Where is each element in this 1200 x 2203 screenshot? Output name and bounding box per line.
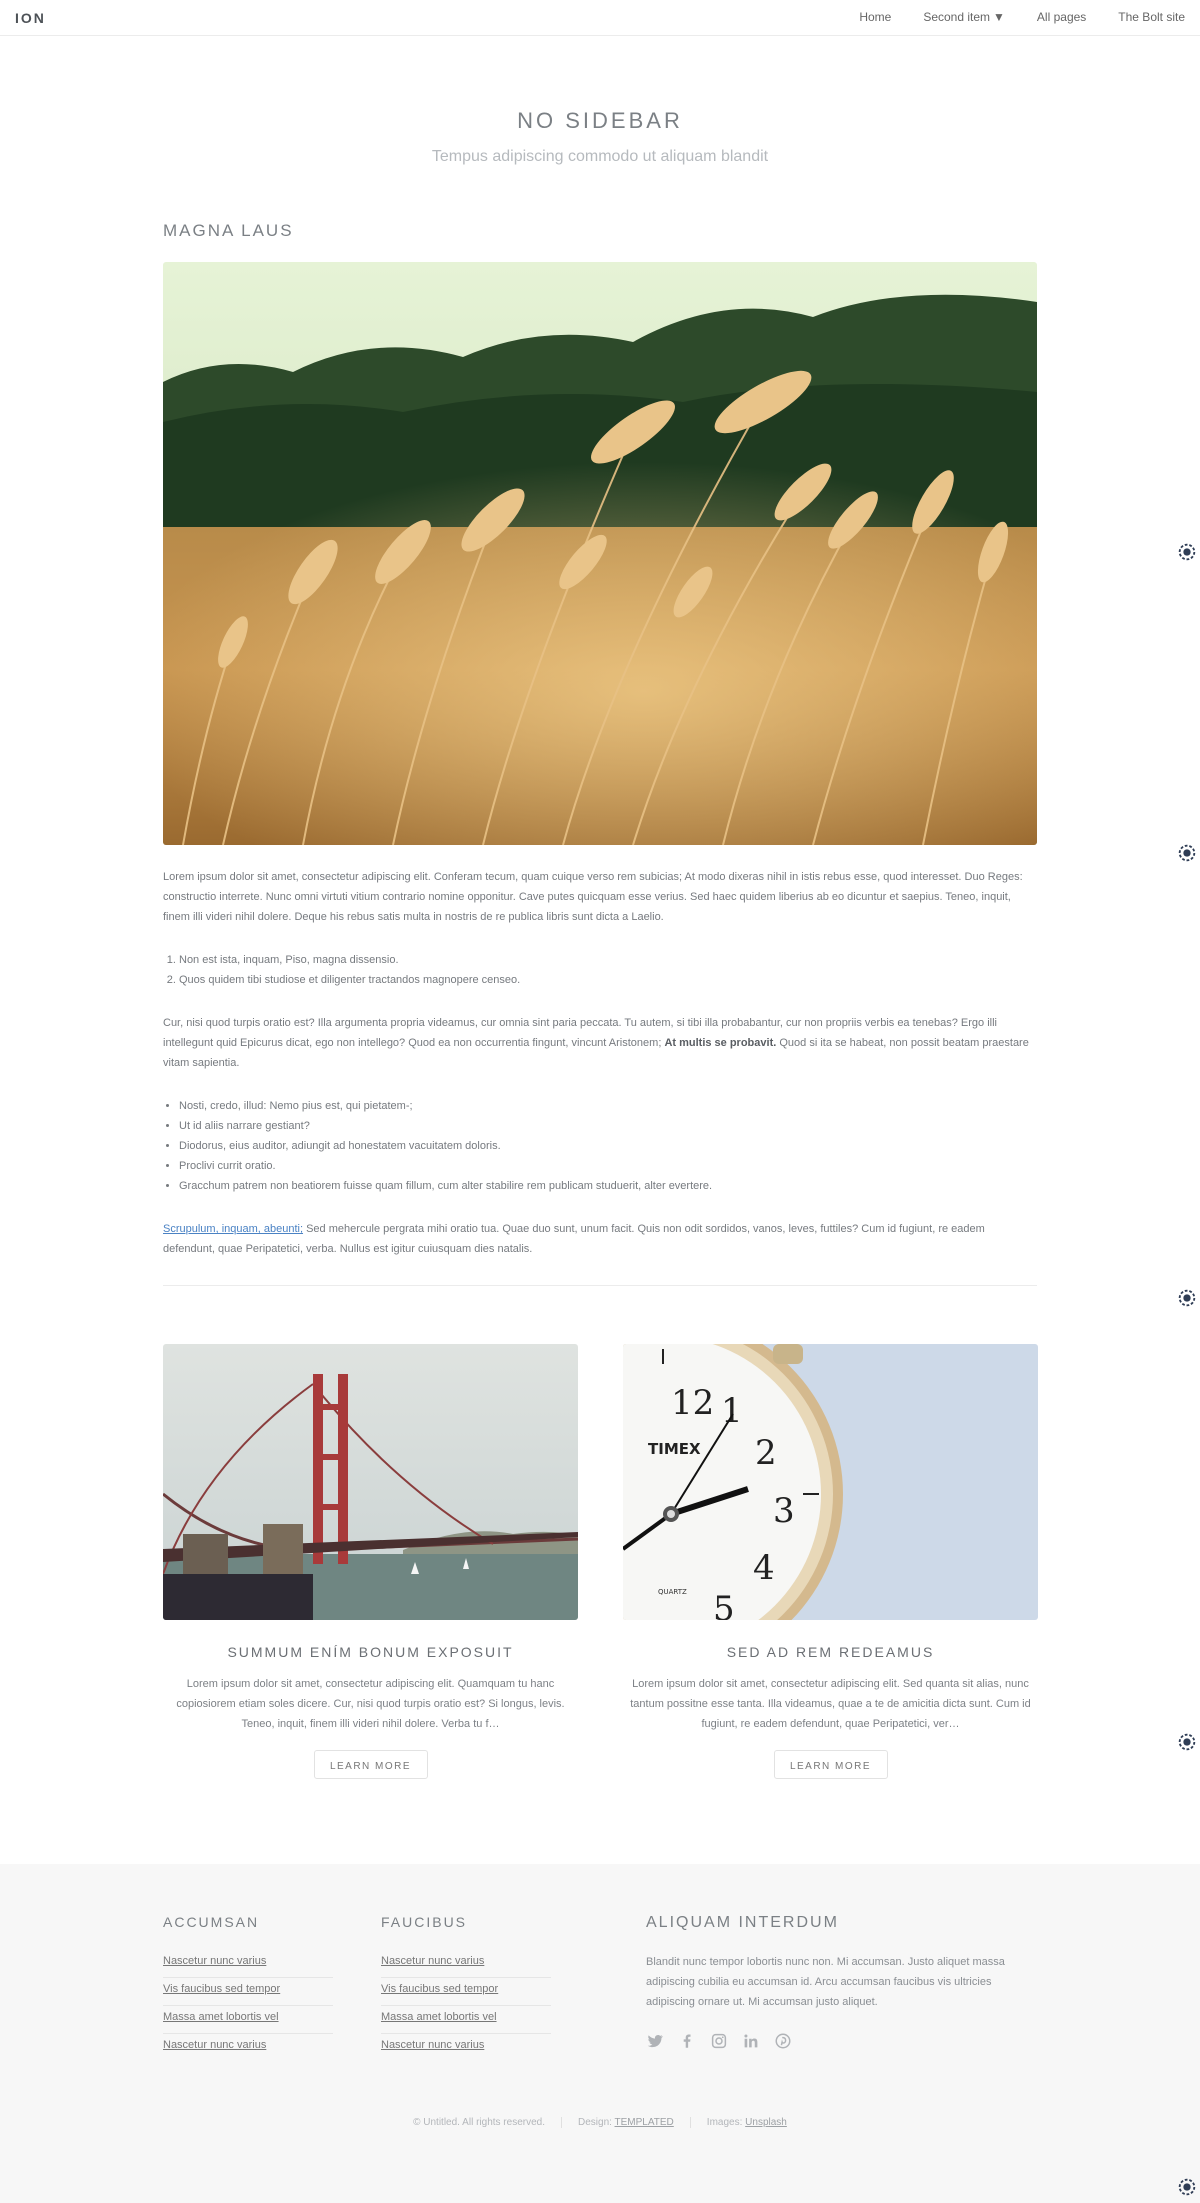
page-title: NO SIDEBAR (517, 108, 683, 133)
footer-column-title: ACCUMSAN (163, 1914, 260, 1930)
list-item: Nosti, credo, illud: Nemo pius est, qui … (179, 1096, 1037, 1116)
target-gear-icon[interactable] (1176, 2176, 1198, 2198)
bold-text: At multis se probavit. (664, 1037, 777, 1049)
list-item: Quos quidem tibi studiose et diligenter … (179, 970, 1037, 990)
footer-column-accumsan: ACCUMSAN Nascetur nunc varius Vis faucib… (163, 1914, 333, 2061)
clock-number: 1 (721, 1391, 743, 1431)
list-item: Gracchum patrem non beatiorem fuisse qua… (179, 1176, 1037, 1196)
card-text: Lorem ipsum dolor sit amet, consectetur … (630, 1678, 1031, 1730)
nav-bolt-site-label: The Bolt site (1118, 10, 1185, 24)
nav-second-item[interactable]: Second item ▼ (923, 10, 1005, 24)
copyright-text: © Untitled. All rights reserved. (413, 2117, 545, 2128)
learn-more-button[interactable]: LEARN MORE (313, 1750, 428, 1779)
footer-link[interactable]: Vis faucibus sed tempor (381, 1978, 551, 2006)
design-credit: Design: TEMPLATED (561, 2117, 690, 2128)
nav-second-item-label: Second item (923, 10, 991, 24)
caret-down-icon: ▼ (993, 10, 1005, 24)
alarm-clock-photo: 12 1 2 3 4 5 TIMEX QUARTZ (623, 1344, 1038, 1620)
footer-link[interactable]: Nascetur nunc varius (163, 2034, 333, 2061)
card-title: SUMMUM ENÍM BONUM EXPOSUIT (227, 1644, 514, 1660)
golden-gate-bridge-photo (163, 1344, 578, 1620)
target-gear-icon[interactable] (1176, 541, 1198, 563)
bullet-list: Nosti, credo, illud: Nemo pius est, qui … (163, 1096, 1037, 1196)
top-navbar: ION Home Second item ▼ All pages The Bolt… (0, 0, 1200, 36)
footer-link[interactable]: Vis faucibus sed tempor (163, 1978, 333, 2006)
footer-column-title: FAUCIBUS (381, 1914, 468, 1930)
footer-link[interactable]: Nascetur nunc varius (163, 1950, 333, 1978)
main-nav: Home Second item ▼ All pages The Bolt sit… (859, 10, 1185, 24)
footer-column-aliquam: ALIQUAM INTERDUM Blandit nunc tempor lob… (646, 1914, 1037, 2050)
footer-link[interactable]: Massa amet lobortis vel (381, 2006, 551, 2034)
target-gear-icon[interactable] (1176, 842, 1198, 864)
section-divider (163, 1285, 1037, 1286)
social-links (646, 2032, 1037, 2050)
clock-number: 3 (773, 1491, 795, 1531)
learn-more-button[interactable]: LEARN MORE (773, 1750, 888, 1779)
nav-all-pages-label: All pages (1036, 10, 1087, 24)
nav-all-pages[interactable]: All pages (1037, 10, 1086, 24)
site-footer: ACCUMSAN Nascetur nunc varius Vis faucib… (0, 1864, 1200, 2203)
list-item: Diodorus, eius auditor, adiungit ad hone… (179, 1136, 1037, 1156)
footer-link[interactable]: Massa amet lobortis vel (163, 2006, 333, 2034)
design-label: Design: (578, 2117, 615, 2128)
clock-number: 5 (713, 1589, 735, 1620)
footer-column-faucibus: FAUCIBUS Nascetur nunc varius Vis faucib… (381, 1914, 551, 2061)
list-item: Ut id aliis narrare gestiant? (179, 1116, 1037, 1136)
feature-card: SUMMUM ENÍM BONUM EXPOSUIT Lorem ipsum d… (163, 1344, 578, 1779)
article-title: MAGNA LAUS (163, 221, 294, 240)
inline-link[interactable]: Scrupulum, inquam, abeunti; (163, 1223, 303, 1235)
footer-link[interactable]: Nascetur nunc varius (381, 1950, 551, 1978)
site-logo[interactable]: ION (15, 10, 46, 26)
nav-home[interactable]: Home (859, 10, 891, 24)
nav-bolt-site[interactable]: The Bolt site (1118, 10, 1185, 24)
list-item: Non est ista, inquam, Piso, magna dissen… (179, 950, 1037, 970)
linkedin-icon[interactable] (742, 2032, 760, 2050)
nav-home-label: Home (859, 10, 892, 24)
ordered-list: Non est ista, inquam, Piso, magna dissen… (163, 950, 1037, 990)
images-label: Images: (706, 2117, 746, 2128)
twitter-icon[interactable] (646, 2032, 664, 2050)
clock-number: 4 (753, 1548, 775, 1588)
article-paragraph-2: Cur, nisi quod turpis oratio est? Illa a… (163, 1013, 1037, 1073)
copyright-bar: © Untitled. All rights reserved. Design:… (0, 2117, 1200, 2128)
clock-number: 12 (671, 1383, 714, 1423)
footer-link[interactable]: Nascetur nunc varius (381, 2034, 551, 2061)
clock-sub-brand: QUARTZ (658, 1588, 687, 1596)
card-text: Lorem ipsum dolor sit amet, consectetur … (176, 1678, 565, 1730)
unsplash-link[interactable]: Unsplash (745, 2117, 787, 2128)
wheat-field-photo (163, 262, 1037, 845)
instagram-icon[interactable] (710, 2032, 728, 2050)
target-gear-icon[interactable] (1176, 1731, 1198, 1753)
clock-number: 2 (755, 1433, 777, 1473)
list-item: Proclivi currit oratio. (179, 1156, 1037, 1176)
card-title: SED AD REM REDEAMUS (726, 1644, 935, 1660)
footer-text: Blandit nunc tempor lobortis nunc non. M… (646, 1956, 1005, 2008)
article-paragraph-3: Scrupulum, inquam, abeunti; Sed mehercul… (163, 1219, 1037, 1259)
images-credit: Images: Unsplash (689, 2117, 803, 2128)
facebook-icon[interactable] (678, 2032, 696, 2050)
article-paragraph-1: Lorem ipsum dolor sit amet, consectetur … (163, 871, 1023, 923)
pinterest-icon[interactable] (774, 2032, 792, 2050)
templated-link[interactable]: TEMPLATED (615, 2117, 674, 2128)
feature-card: 12 1 2 3 4 5 TIMEX QUARTZ SED AD REM RED… (623, 1344, 1038, 1779)
target-gear-icon[interactable] (1176, 1287, 1198, 1309)
footer-column-title: ALIQUAM INTERDUM (646, 1914, 839, 1931)
article-body: Lorem ipsum dolor sit amet, consectetur … (163, 867, 1037, 1282)
page-subtitle: Tempus adipiscing commodo ut aliquam bla… (431, 148, 769, 165)
clock-brand: TIMEX (648, 1440, 701, 1458)
